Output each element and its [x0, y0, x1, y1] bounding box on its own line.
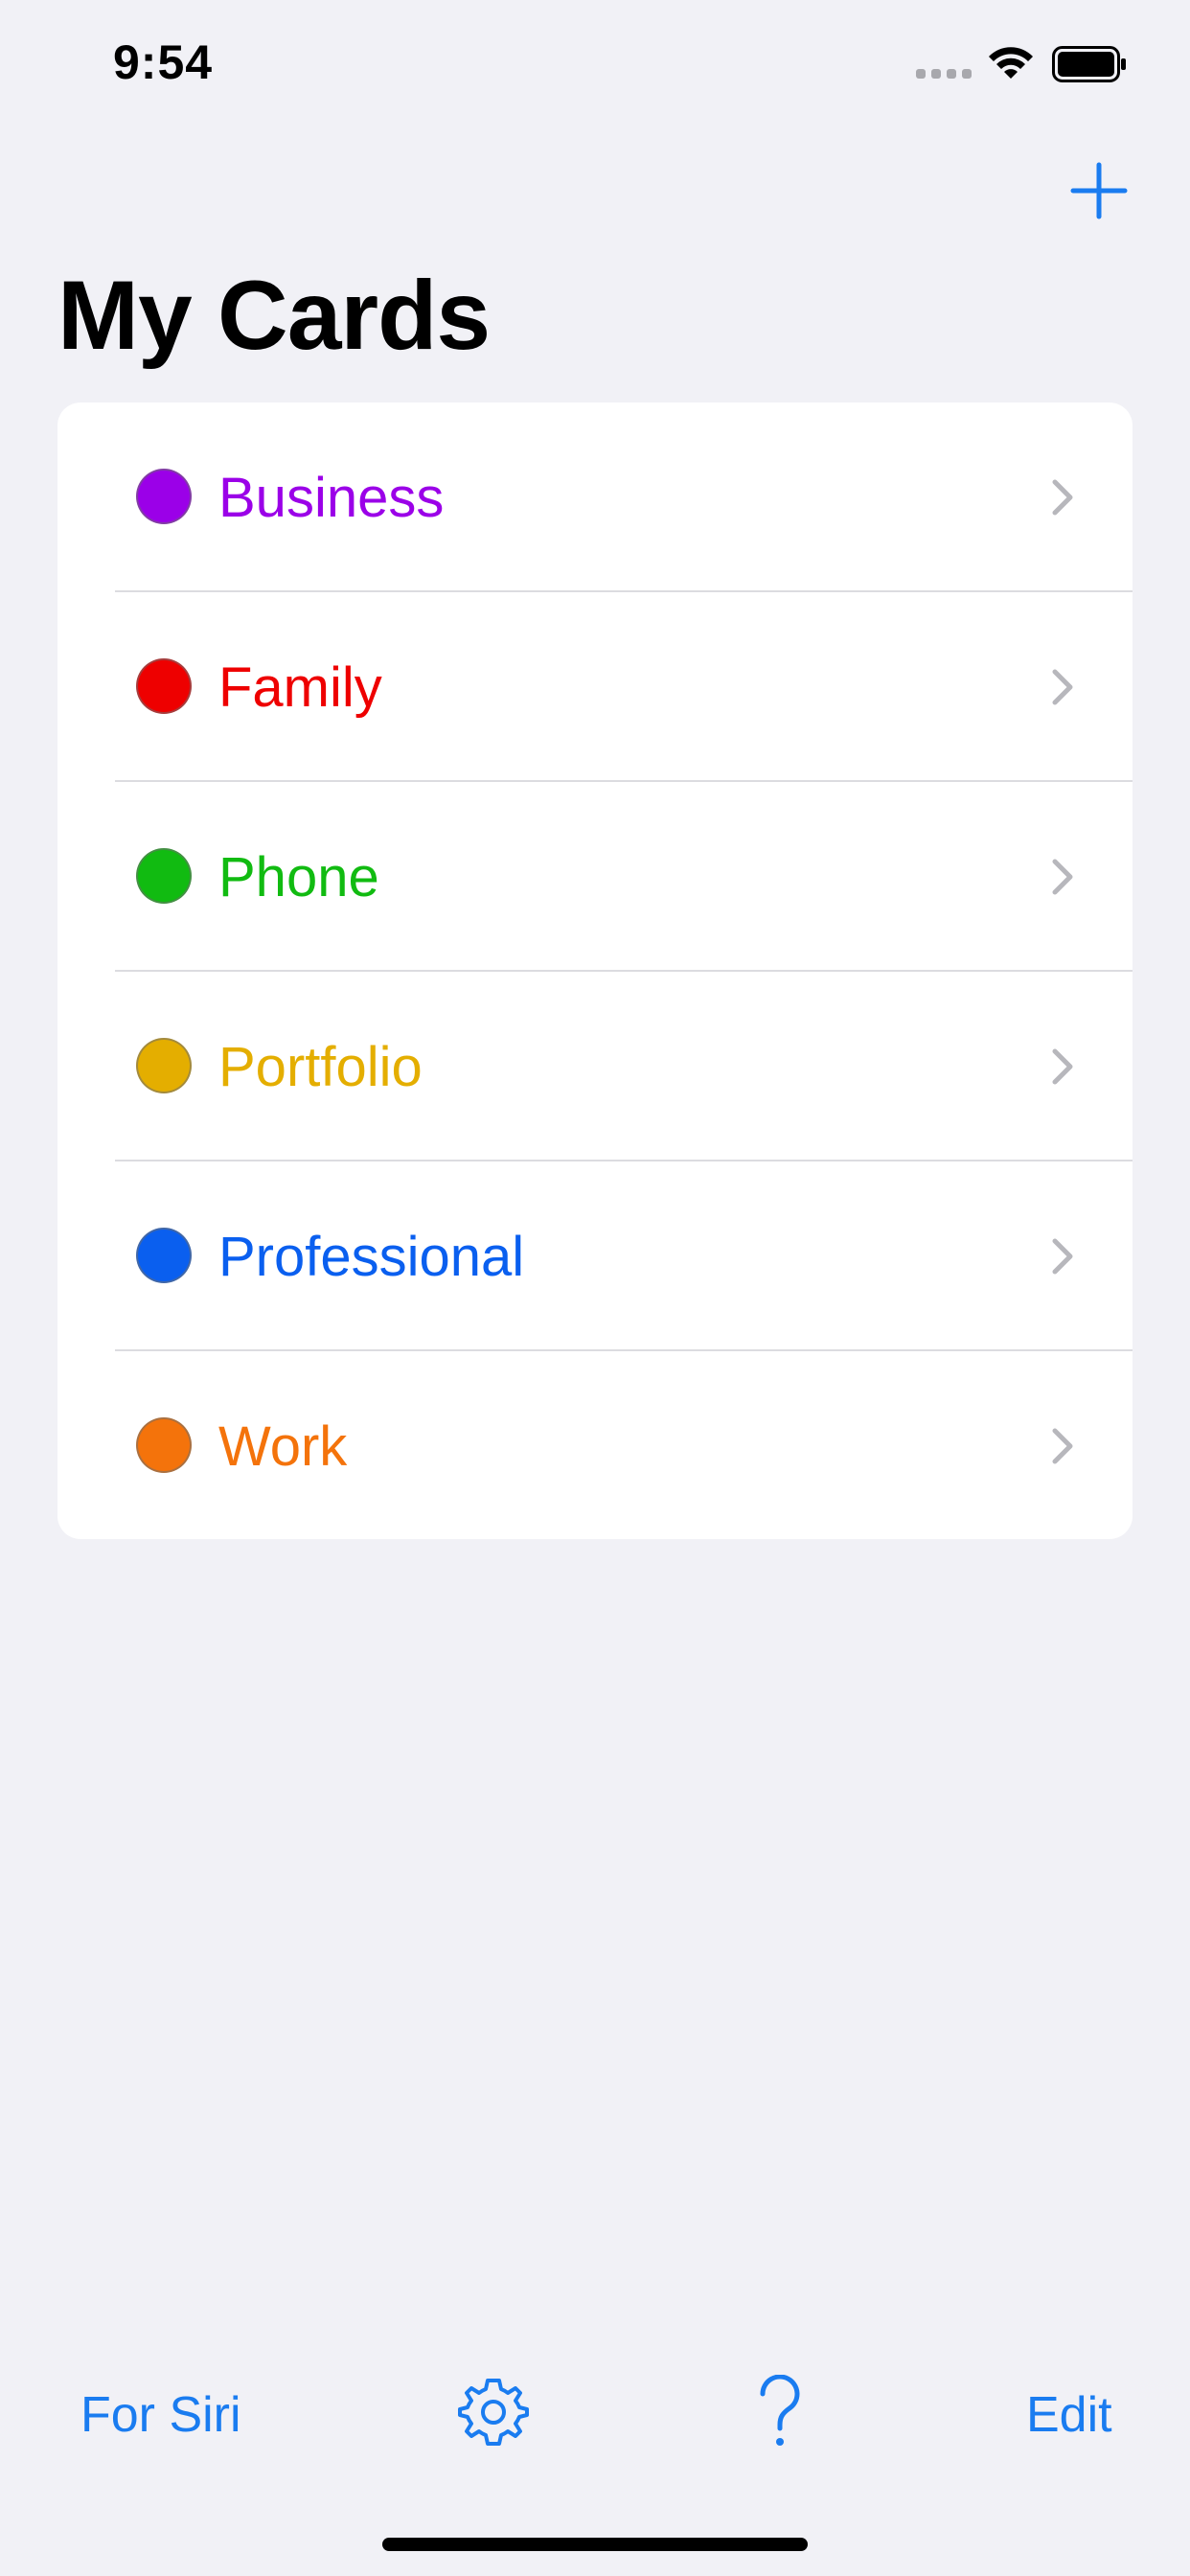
card-row-business[interactable]: Business: [57, 402, 1133, 592]
card-row-work[interactable]: Work: [57, 1351, 1133, 1539]
chevron-right-icon: [1052, 669, 1073, 705]
color-dot: [136, 1038, 192, 1093]
card-label: Phone: [218, 846, 379, 908]
add-card-button[interactable]: [1069, 161, 1129, 220]
card-row-portfolio[interactable]: Portfolio: [57, 972, 1133, 1162]
chevron-right-icon: [1052, 1238, 1073, 1275]
card-label: Portfolio: [218, 1036, 423, 1098]
chevron-right-icon: [1052, 859, 1073, 895]
gear-icon[interactable]: [458, 2377, 529, 2448]
chevron-right-icon: [1052, 1048, 1073, 1085]
edit-button[interactable]: Edit: [1026, 2386, 1112, 2444]
page-title: My Cards: [57, 261, 491, 370]
status-time: 9:54: [113, 35, 214, 89]
cellular-signal-icon: [916, 69, 972, 79]
color-dot: [136, 848, 192, 904]
color-dot: [136, 658, 192, 714]
for-siri-button[interactable]: For Siri: [80, 2386, 241, 2444]
bottom-toolbar: For Siri Edit: [0, 2338, 1190, 2492]
card-label: Professional: [218, 1226, 525, 1288]
card-label: Business: [218, 467, 445, 529]
question-mark-icon[interactable]: [753, 2375, 807, 2450]
card-row-phone[interactable]: Phone: [57, 782, 1133, 972]
card-row-family[interactable]: Family: [57, 592, 1133, 782]
card-row-professional[interactable]: Professional: [57, 1162, 1133, 1351]
card-label: Family: [218, 656, 382, 719]
status-bar: 9:54: [0, 0, 1190, 134]
battery-icon: [1052, 46, 1126, 82]
chevron-right-icon: [1052, 1428, 1073, 1464]
chevron-right-icon: [1052, 479, 1073, 516]
home-indicator: [382, 2538, 808, 2551]
color-dot: [136, 1228, 192, 1283]
card-label: Work: [218, 1415, 348, 1478]
color-dot: [136, 1417, 192, 1473]
plus-icon: [1070, 162, 1128, 219]
card-list: Business Family Phone Portfolio Professi…: [57, 402, 1133, 1539]
wifi-icon: [989, 47, 1033, 79]
color-dot: [136, 469, 192, 524]
